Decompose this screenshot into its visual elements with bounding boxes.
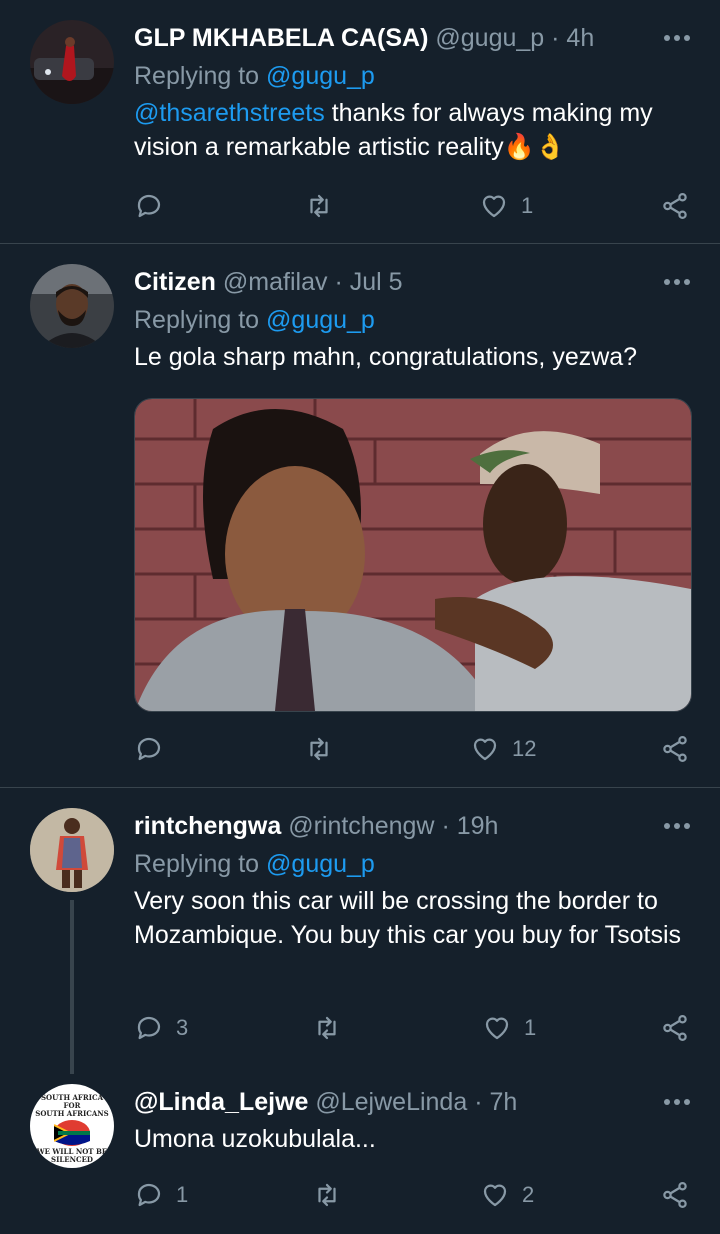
reply-count: 1: [176, 1182, 189, 1207]
share-icon: [663, 1015, 687, 1041]
avatar[interactable]: [30, 264, 114, 348]
handle[interactable]: @LejweLinda: [315, 1088, 467, 1116]
avatar-badge-line: SILENCED: [51, 1155, 93, 1164]
display-name[interactable]: GLP MKHABELA CA(SA): [134, 24, 428, 52]
reply-button[interactable]: [134, 186, 176, 226]
retweet-button[interactable]: [304, 186, 346, 226]
share-icon: [663, 1182, 687, 1208]
tweet-media[interactable]: [134, 398, 692, 712]
reply-icon: [137, 737, 161, 761]
replying-label: Replying to: [134, 62, 260, 90]
timestamp[interactable]: · 19h: [441, 812, 498, 840]
like-count: 2: [522, 1182, 535, 1207]
like-button[interactable]: 12: [470, 729, 536, 769]
tweet-actions: 1 2: [134, 1175, 694, 1215]
retweet-button[interactable]: [304, 729, 346, 769]
more-icon[interactable]: [664, 1099, 690, 1107]
like-icon: [473, 738, 497, 761]
replying-to: Replying to @gugu_p: [134, 60, 694, 92]
like-button[interactable]: 2: [480, 1175, 534, 1215]
reply-icon: [137, 194, 161, 218]
tweet-text: @thsarethstreets thanks for always makin…: [134, 96, 694, 164]
like-count: 1: [521, 193, 534, 218]
tweet-actions: 12: [134, 729, 694, 769]
reply-button[interactable]: 3: [134, 1008, 188, 1048]
flag-icon: [54, 1120, 90, 1146]
share-button[interactable]: [660, 186, 690, 226]
like-icon: [482, 195, 506, 218]
display-name[interactable]: rintchengwa: [134, 812, 281, 840]
retweet-icon: [310, 194, 328, 218]
replying-label: Replying to: [134, 306, 260, 334]
tweet-header: @Linda_Lejwe @LejweLinda · 7h: [134, 1086, 694, 1118]
retweet-icon: [310, 737, 328, 761]
replying-label: Replying to: [134, 850, 260, 878]
avatar[interactable]: SOUTH AFRICA FOR SOUTH AFRICANS WE WILL …: [30, 1084, 114, 1168]
reply-icon: [137, 1016, 161, 1040]
tweet-text: Le gola sharp mahn, congratulations, yez…: [134, 343, 638, 371]
share-button[interactable]: [660, 1175, 690, 1215]
retweet-icon: [318, 1016, 336, 1040]
share-icon: [663, 736, 687, 762]
thread-line: [70, 900, 74, 1074]
retweet-icon: [318, 1183, 336, 1207]
timestamp[interactable]: · 7h: [474, 1088, 517, 1116]
share-icon: [663, 193, 687, 219]
tweet[interactable]: rintchengwa @rintchengw · 19h Replying t…: [0, 788, 720, 1074]
display-name[interactable]: @Linda_Lejwe: [134, 1088, 308, 1116]
more-icon[interactable]: [664, 823, 690, 831]
timestamp[interactable]: · Jul 5: [334, 268, 402, 296]
handle[interactable]: @mafilav: [223, 268, 328, 296]
tweet-header: rintchengwa @rintchengw · 19h: [134, 810, 694, 842]
like-icon: [485, 1017, 509, 1040]
replying-mention[interactable]: @gugu_p: [266, 62, 375, 90]
handle[interactable]: @rintchengw: [288, 812, 434, 840]
reply-button[interactable]: [134, 729, 176, 769]
tweet-actions: 3 1: [134, 1008, 694, 1048]
timestamp[interactable]: · 4h: [551, 24, 594, 52]
display-name[interactable]: Citizen: [134, 268, 216, 296]
reply-count: 3: [176, 1015, 189, 1040]
like-icon: [483, 1184, 507, 1207]
tweet[interactable]: GLP MKHABELA CA(SA) @gugu_p · 4h Replyin…: [0, 0, 720, 243]
avatar-badge-line: SOUTH AFRICANS: [35, 1109, 109, 1118]
handle[interactable]: @gugu_p: [435, 24, 544, 52]
replying-mention[interactable]: @gugu_p: [266, 306, 375, 334]
avatar[interactable]: [30, 808, 114, 892]
reply-button[interactable]: 1: [134, 1175, 188, 1215]
retweet-button[interactable]: [312, 1175, 354, 1215]
more-icon[interactable]: [664, 35, 690, 43]
share-button[interactable]: [660, 1008, 690, 1048]
tweet-text: Very soon this car will be crossing the …: [134, 887, 682, 949]
like-button[interactable]: 1: [482, 1008, 536, 1048]
tweet-actions: 1: [134, 186, 694, 226]
retweet-button[interactable]: [312, 1008, 354, 1048]
like-button[interactable]: 1: [479, 186, 533, 226]
tweet-header: Citizen @mafilav · Jul 5: [134, 266, 694, 298]
replying-to: Replying to @gugu_p: [134, 304, 694, 336]
more-icon[interactable]: [664, 279, 690, 287]
reply-icon: [137, 1183, 161, 1207]
like-count: 1: [524, 1015, 537, 1040]
replying-mention[interactable]: @gugu_p: [266, 850, 375, 878]
share-button[interactable]: [660, 729, 690, 769]
avatar[interactable]: [30, 20, 114, 104]
tweet[interactable]: Citizen @mafilav · Jul 5 Replying to @gu…: [0, 244, 720, 787]
like-count: 12: [512, 736, 537, 761]
tweet-header: GLP MKHABELA CA(SA) @gugu_p · 4h: [134, 22, 694, 54]
text-mention[interactable]: @thsarethstreets: [134, 99, 325, 127]
tweet[interactable]: SOUTH AFRICA FOR SOUTH AFRICANS WE WILL …: [0, 1074, 720, 1234]
tweet-text: Umona uzokubulala...: [134, 1125, 376, 1153]
replying-to: Replying to @gugu_p: [134, 848, 694, 880]
